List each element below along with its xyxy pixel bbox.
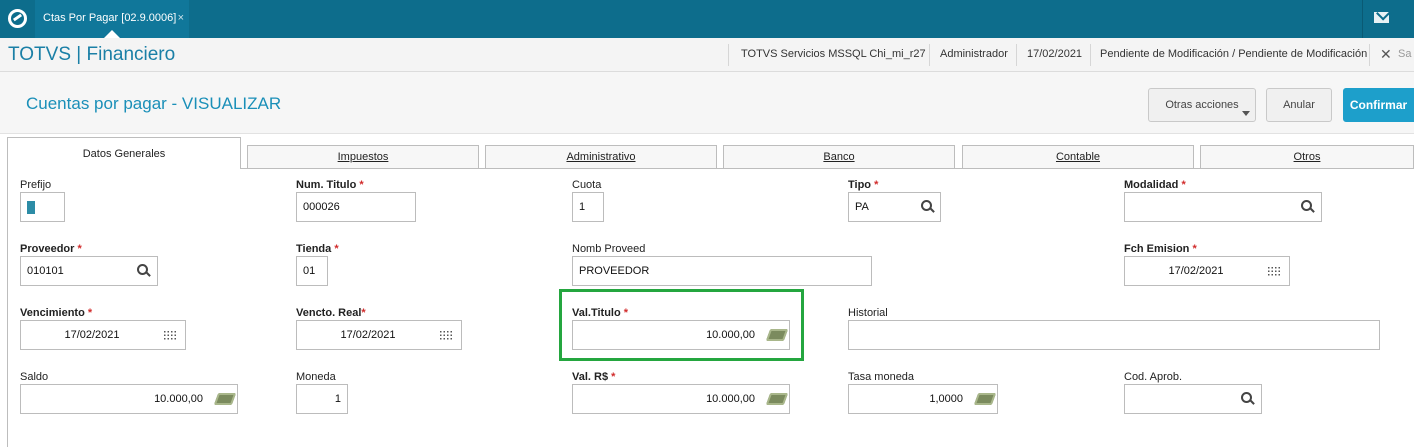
historial-label: Historial [848, 307, 888, 319]
cod-aprob-label: Cod. Aprob. [1124, 371, 1183, 383]
tienda-label: Tienda * [296, 243, 339, 255]
historial-field[interactable] [848, 320, 1380, 350]
divider [1090, 44, 1091, 66]
close-icon[interactable]: ✕ [1380, 46, 1392, 63]
other-actions-button[interactable]: Otras acciones [1148, 88, 1256, 122]
proveedor-label: Proveedor * [20, 243, 82, 255]
top-bar: Ctas Por Pagar [02.9.0006] × [0, 0, 1414, 38]
val-titulo-highlight [559, 289, 804, 361]
money-icon[interactable] [973, 393, 997, 405]
tipo-field[interactable]: PA [848, 192, 941, 222]
tasa-moneda-value: 1,0000 [929, 393, 963, 405]
modalidad-label: Modalidad * [1124, 179, 1186, 191]
mail-icon[interactable] [1374, 12, 1389, 23]
chevron-down-icon [1242, 111, 1250, 116]
calendar-icon[interactable] [163, 330, 177, 341]
prefijo-field[interactable] [20, 192, 65, 222]
user-label[interactable]: Administrador [940, 48, 1008, 60]
tab-otros[interactable]: Otros [1200, 145, 1414, 169]
totvs-logo-icon[interactable] [8, 9, 27, 28]
search-icon[interactable] [1300, 199, 1316, 215]
confirm-button[interactable]: Confirmar [1343, 88, 1414, 122]
vencimiento-label: Vencimiento * [20, 307, 93, 319]
modalidad-field[interactable] [1124, 192, 1322, 222]
tab-contable[interactable]: Contable [962, 145, 1194, 169]
exit-label[interactable]: Sa [1398, 48, 1411, 60]
nomb-proveed-field[interactable]: PROVEEDOR [572, 256, 872, 286]
val-rs-field[interactable]: 10.000,00 [572, 384, 790, 414]
page-title: Cuentas por pagar - VISUALIZAR [26, 94, 282, 113]
divider [1016, 44, 1017, 66]
status-label: Pendiente de Modificación / Pendiente de… [1100, 48, 1368, 60]
tipo-value: PA [855, 201, 869, 213]
tasa-moneda-field[interactable]: 1,0000 [848, 384, 998, 414]
saldo-label: Saldo [20, 371, 49, 383]
environment-label: TOTVS Servicios MSSQL Chi_mi_r27 [741, 48, 926, 60]
window-tab-label: Ctas Por Pagar [02.9.0006] [43, 12, 177, 24]
page-title-bar: Cuentas por pagar - VISUALIZAR Otras acc… [0, 72, 1414, 134]
other-actions-label: Otras acciones [1165, 99, 1239, 111]
cod-aprob-field[interactable] [1124, 384, 1262, 414]
num-titulo-field[interactable]: 000026 [296, 192, 416, 222]
app-title: TOTVS | Financiero [8, 44, 176, 65]
proveedor-field[interactable]: 010101 [20, 256, 158, 286]
moneda-label: Moneda [296, 371, 336, 383]
cuota-field[interactable]: 1 [572, 192, 604, 222]
text-cursor [27, 201, 35, 214]
cancel-label: Anular [1283, 99, 1315, 111]
tab-banco[interactable]: Banco [723, 145, 955, 169]
date-label: 17/02/2021 [1027, 48, 1083, 60]
tasa-moneda-label: Tasa moneda [848, 371, 915, 383]
vencto-real-label: Vencto. Real* [296, 307, 366, 319]
vencimiento-field[interactable]: 17/02/2021 [20, 320, 186, 350]
divider [728, 44, 729, 66]
vencto-real-value: 17/02/2021 [340, 329, 396, 341]
search-icon[interactable] [920, 199, 936, 215]
tienda-field[interactable]: 01 [296, 256, 328, 286]
fch-emision-field[interactable]: 17/02/2021 [1124, 256, 1290, 286]
tab-administrativo[interactable]: Administrativo [485, 145, 717, 169]
fch-emision-value: 17/02/2021 [1168, 265, 1224, 277]
divider [1362, 0, 1363, 38]
divider [1369, 44, 1370, 66]
proveedor-value: 010101 [27, 265, 64, 277]
nomb-proveed-label: Nomb Proveed [572, 243, 646, 255]
saldo-field[interactable]: 10.000,00 [20, 384, 238, 414]
calendar-icon[interactable] [1267, 266, 1281, 277]
tab-pointer [104, 30, 120, 38]
search-icon[interactable] [136, 263, 152, 279]
money-icon[interactable] [213, 393, 237, 405]
cancel-button[interactable]: Anular [1266, 88, 1332, 122]
search-icon[interactable] [1240, 391, 1256, 407]
tab-datos-generales[interactable]: Datos Generales [7, 137, 241, 169]
val-rs-label: Val. R$ * [572, 371, 616, 383]
cuota-label: Cuota [572, 179, 602, 191]
header-bar: TOTVS | Financiero TOTVS Servicios MSSQL… [0, 38, 1414, 72]
tab-impuestos[interactable]: Impuestos [247, 145, 479, 169]
vencimiento-value: 17/02/2021 [64, 329, 120, 341]
confirm-label: Confirmar [1349, 98, 1408, 112]
calendar-icon[interactable] [439, 330, 453, 341]
divider [929, 44, 930, 66]
moneda-field[interactable]: 1 [296, 384, 348, 414]
money-icon[interactable] [765, 393, 789, 405]
prefijo-label: Prefijo [20, 179, 52, 191]
fch-emision-label: Fch Emision * [1124, 243, 1197, 255]
saldo-value: 10.000,00 [154, 393, 203, 405]
close-tab-icon[interactable]: × [178, 0, 184, 36]
tipo-label: Tipo * [848, 179, 879, 191]
vencto-real-field[interactable]: 17/02/2021 [296, 320, 462, 350]
val-rs-value: 10.000,00 [706, 393, 755, 405]
num-titulo-label: Num. Titulo * [296, 179, 364, 191]
